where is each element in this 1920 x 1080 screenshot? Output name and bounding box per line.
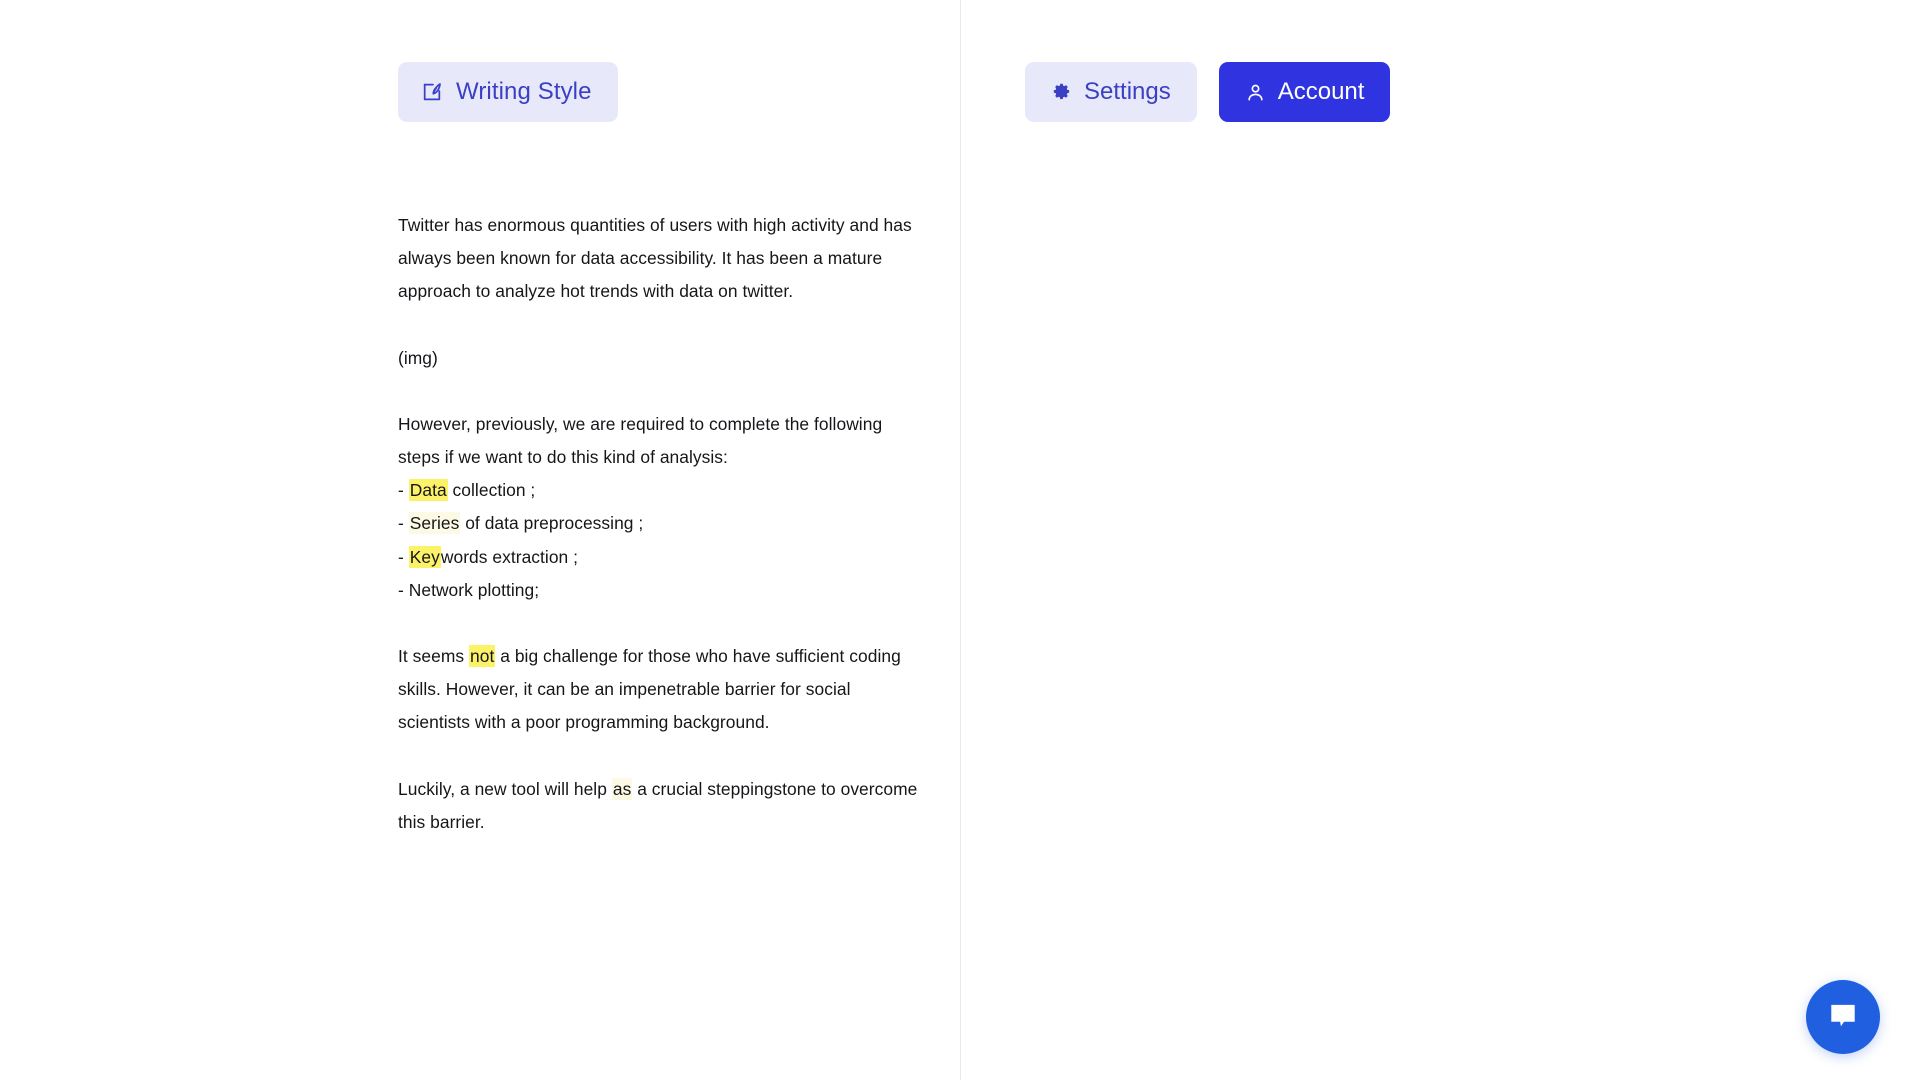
account-button[interactable]: Account [1218,62,1391,122]
account-button-label: Account [1277,78,1365,105]
doc-paragraph-1: Twitter has enormous quantities of users… [398,215,912,302]
user-person-icon [1245,82,1266,103]
doc-list-item: - Keywords extraction ; [398,541,918,574]
list-item-prefix: - [398,513,409,534]
sidebar-toolbar: Settings Account [1025,62,1391,122]
highlight-data[interactable]: Data [408,479,448,502]
list-item-rest: of data preprocessing ; [460,513,644,534]
list-item-prefix: - [398,546,409,567]
writing-style-button-label: Writing Style [456,78,592,105]
app-root: Writing Style Twitter has enormous quant… [0,0,1920,1080]
doc-image-placeholder: (img) [398,347,438,368]
edit-pen-square-icon [421,81,443,103]
doc-spacer [398,607,918,640]
list-item-prefix: - [398,480,409,501]
gear-icon [1051,82,1072,103]
doc-paragraph-3: It seems not a big challenge for those w… [398,640,918,740]
list-item-prefix: - [398,579,409,600]
doc-spacer [398,740,918,773]
chat-bubble-icon [1825,998,1861,1037]
doc-list-item: - Series of data preprocessing ; [398,507,918,540]
sidebar-pane: Settings Account No corrections found [961,0,1920,1080]
doc-spacer [398,309,918,342]
list-item-rest: collection ; [447,480,536,501]
paragraph-3-before: It seems [398,646,469,667]
list-item-rest: Network plotting; [408,579,540,600]
list-item-rest: words extraction ; [440,546,579,567]
settings-button-label: Settings [1084,78,1171,105]
highlight-not[interactable]: not [469,645,496,668]
writing-style-button[interactable]: Writing Style [398,62,618,122]
doc-list-item: - Data collection ; [398,474,918,507]
settings-button[interactable]: Settings [1025,62,1197,122]
editor-pane: Writing Style Twitter has enormous quant… [0,0,961,1080]
doc-list-item: - Network plotting; [398,574,918,607]
chat-widget-button[interactable] [1806,980,1880,1054]
doc-spacer [398,375,918,408]
highlight-as[interactable]: as [611,777,633,800]
highlight-series[interactable]: Series [408,512,461,535]
paragraph-4-before: Luckily, a new tool will help [398,778,612,799]
doc-paragraph-2-intro: However, previously, we are required to … [398,413,883,468]
highlight-key[interactable]: Key [408,545,441,568]
document-content[interactable]: Twitter has enormous quantities of users… [398,209,918,839]
doc-paragraph-4: Luckily, a new tool will help as a cruci… [398,773,918,839]
